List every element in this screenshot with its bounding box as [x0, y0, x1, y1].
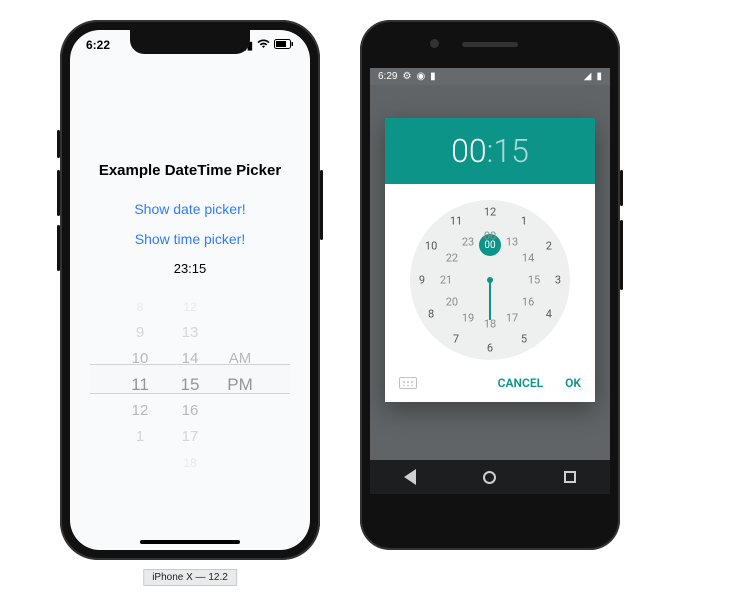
clock-number[interactable]: 8	[428, 308, 434, 321]
nav-home-button[interactable]	[483, 471, 496, 484]
clock-hand	[489, 280, 491, 320]
clock-number[interactable]: 10	[425, 240, 437, 253]
android-screen: 6:29 ⚙ ◉ ▮ ◢ ▮ 00:15 00	[370, 68, 610, 494]
ios-status-time: 6:22	[86, 38, 110, 52]
cancel-button[interactable]: CANCEL	[498, 376, 543, 390]
wheel-minute[interactable]: 17	[165, 424, 215, 450]
iphone-volume-up	[57, 170, 60, 216]
header-minute[interactable]: 15	[493, 132, 529, 170]
battery-saver-icon: ▮	[430, 71, 436, 82]
ios-time-picker-wheel[interactable]: 8 12 9 13 10 14 AM 11	[90, 294, 290, 454]
clock-number[interactable]: 23	[462, 235, 474, 248]
show-time-picker-link[interactable]: Show time picker!	[70, 231, 310, 247]
wheel-minute-selected[interactable]: 15	[165, 372, 215, 398]
android-nav-bar	[370, 460, 610, 494]
signal-icon: ◢	[584, 71, 592, 82]
clock-number[interactable]: 17	[506, 312, 518, 325]
android-status-time: 6:29	[378, 71, 397, 82]
iphone-volume-down	[57, 225, 60, 271]
clock-number[interactable]: 19	[462, 312, 474, 325]
clock-number[interactable]: 18	[484, 318, 496, 331]
wheel-hour[interactable]: 12	[115, 398, 165, 424]
wheel-minute[interactable]: 14	[165, 346, 215, 372]
clock-number[interactable]: 9	[419, 274, 425, 287]
wheel-ampm[interactable]	[215, 424, 265, 450]
clock-number[interactable]: 12	[484, 206, 496, 219]
wheel-minute[interactable]: 18	[165, 450, 215, 476]
iphone-notch	[130, 30, 250, 54]
nav-back-button[interactable]	[404, 469, 416, 485]
clock-number[interactable]: 13	[506, 235, 518, 248]
clock-face[interactable]: 00 1212345678910110013141516171819202122…	[410, 200, 570, 360]
clock-number[interactable]: 14	[522, 252, 534, 265]
wheel-ampm-selected[interactable]: PM	[215, 372, 265, 398]
clock-number[interactable]: 6	[487, 342, 493, 355]
clock-number[interactable]: 21	[440, 274, 452, 287]
iphone-device-frame: 6:22 ▮▮▮ Example DateTime Picker Show da…	[60, 20, 320, 560]
selected-time-label: 23:15	[70, 261, 310, 276]
android-front-camera	[430, 39, 439, 48]
time-picker-dialog: 00:15 00 1212345678910110013141516171819…	[385, 118, 595, 402]
wheel-hour-selected[interactable]: 11	[115, 372, 165, 398]
wheel-hour[interactable]: 1	[115, 424, 165, 450]
wheel-ampm[interactable]: AM	[215, 346, 265, 372]
clock-center-dot	[487, 277, 493, 283]
wifi-icon	[257, 39, 270, 52]
page-title: Example DateTime Picker	[70, 162, 310, 179]
wheel-hour[interactable]: 8	[115, 294, 165, 320]
android-device-frame: 6:29 ⚙ ◉ ▮ ◢ ▮ 00:15 00	[360, 20, 620, 550]
battery-icon	[274, 39, 294, 52]
nav-recents-button[interactable]	[564, 471, 576, 483]
wheel-minute[interactable]: 16	[165, 398, 215, 424]
clock-number[interactable]: 5	[521, 332, 527, 345]
battery-icon: ▮	[596, 71, 602, 82]
keyboard-icon[interactable]	[399, 377, 417, 389]
clock-number[interactable]: 22	[446, 252, 458, 265]
wheel-minute[interactable]: 13	[165, 320, 215, 346]
clock-number[interactable]: 20	[446, 296, 458, 309]
clock-number[interactable]: 00	[484, 230, 496, 243]
clock-number[interactable]: 4	[546, 308, 552, 321]
show-date-picker-link[interactable]: Show date picker!	[70, 201, 310, 217]
clock-number[interactable]: 11	[450, 215, 462, 228]
wheel-minute[interactable]: 12	[165, 294, 215, 320]
android-power-button	[620, 170, 623, 206]
android-volume-rocker	[620, 220, 623, 290]
android-speaker	[462, 42, 518, 47]
time-picker-header: 00:15	[385, 118, 595, 184]
iphone-power-button	[320, 170, 323, 240]
iphone-mute-switch	[57, 130, 60, 158]
clock-number[interactable]: 1	[521, 215, 527, 228]
ok-button[interactable]: OK	[565, 376, 581, 390]
wheel-ampm[interactable]	[215, 320, 265, 346]
wheel-ampm[interactable]	[215, 294, 265, 320]
device-caption: iPhone X — 12.2	[143, 569, 237, 586]
clock-number[interactable]: 3	[555, 274, 561, 287]
gear-icon: ⚙	[402, 71, 411, 82]
clock-number[interactable]: 2	[546, 240, 552, 253]
header-hour[interactable]: 00	[451, 132, 487, 170]
wheel-hour[interactable]: 10	[115, 346, 165, 372]
clock-number[interactable]: 15	[528, 274, 540, 287]
android-status-bar: 6:29 ⚙ ◉ ▮ ◢ ▮	[370, 68, 610, 85]
clock-number[interactable]: 7	[453, 332, 459, 345]
iphone-screen: 6:22 ▮▮▮ Example DateTime Picker Show da…	[70, 30, 310, 550]
home-indicator[interactable]	[140, 540, 240, 544]
shield-icon: ◉	[416, 71, 425, 82]
wheel-ampm[interactable]	[215, 450, 265, 476]
wheel-ampm[interactable]	[215, 398, 265, 424]
wheel-hour[interactable]	[115, 450, 165, 476]
clock-number[interactable]: 16	[522, 296, 534, 309]
wheel-hour[interactable]: 9	[115, 320, 165, 346]
